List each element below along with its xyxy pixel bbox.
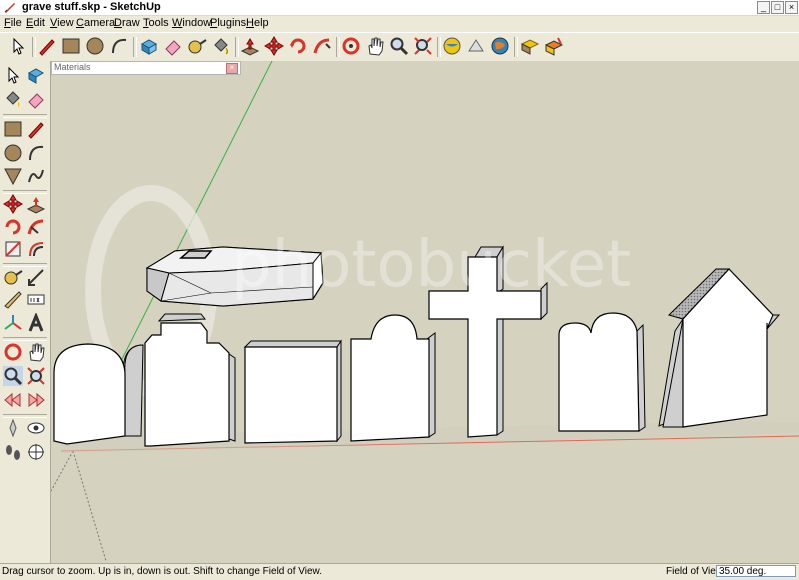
maximize-button[interactable]: □ (771, 1, 784, 14)
zoom-extents-icon[interactable] (26, 366, 46, 386)
palette-separator (3, 114, 47, 118)
model-scene: photobucket (51, 61, 799, 562)
polygon-icon[interactable] (3, 166, 23, 186)
orbit-icon[interactable] (341, 36, 361, 56)
pencil-line-icon[interactable] (26, 119, 46, 139)
follow-me-icon[interactable] (26, 217, 46, 237)
pencil-line-icon[interactable] (37, 36, 57, 56)
arc-icon[interactable] (109, 36, 129, 56)
axes-icon[interactable] (3, 313, 23, 333)
toolbar-separator (133, 37, 137, 57)
scale-icon[interactable] (3, 239, 23, 259)
left-tool-palette (0, 61, 51, 563)
dashed-axis-left (51, 450, 74, 492)
menu-file[interactable]: File (4, 17, 22, 29)
pan-hand-icon[interactable] (365, 36, 385, 56)
model-viewport[interactable]: photobucket Materials × (51, 61, 799, 563)
make-component-icon[interactable] (139, 36, 159, 56)
headstone-arched[interactable] (350, 314, 436, 442)
menu-draw[interactable]: Draw (114, 17, 140, 29)
zoom-extents-icon[interactable] (413, 36, 433, 56)
toolbar-separator (336, 37, 340, 57)
text-tool-icon[interactable] (26, 290, 46, 310)
section-plane-icon[interactable] (26, 442, 46, 462)
menu-view[interactable]: View (50, 17, 74, 29)
circle-icon[interactable] (3, 143, 23, 163)
menu-bar: File Edit View Camera Draw Tools Window … (0, 16, 799, 32)
eraser-icon[interactable] (163, 36, 183, 56)
styles-icon[interactable] (544, 36, 564, 56)
get-models-icon[interactable] (442, 36, 462, 56)
zoom-icon[interactable] (389, 36, 409, 56)
headstone-stepped[interactable] (144, 313, 236, 447)
arc-icon[interactable] (26, 143, 46, 163)
status-message: Drag cursor to zoom. Up is in, down is o… (2, 566, 322, 577)
position-camera-icon[interactable] (3, 418, 23, 438)
freehand-icon[interactable] (26, 166, 46, 186)
menu-help[interactable]: Help (246, 17, 269, 29)
palette-separator (3, 337, 47, 341)
menu-plugins[interactable]: Plugins (210, 17, 246, 29)
window-title: grave stuff.skp - SketchUp (22, 1, 161, 13)
next-view-icon[interactable] (26, 390, 46, 410)
toolbar-separator (437, 37, 441, 57)
watermark-text: photobucket (231, 228, 631, 302)
sketchup-app-icon (4, 3, 15, 13)
paint-bucket-icon[interactable] (211, 36, 231, 56)
walk-icon[interactable] (3, 442, 23, 462)
title-bar: grave stuff.skp - SketchUp _ □ × (0, 0, 799, 16)
push-pull-icon[interactable] (26, 194, 46, 214)
menu-edit[interactable]: Edit (26, 17, 45, 29)
menu-window[interactable]: Window (172, 17, 211, 29)
select-arrow-icon[interactable] (3, 65, 23, 85)
headstone-plain[interactable] (243, 339, 342, 444)
look-around-icon[interactable] (26, 418, 46, 438)
follow-me-icon[interactable] (312, 36, 332, 56)
zoom-icon[interactable] (3, 366, 23, 386)
select-arrow-icon[interactable] (8, 36, 28, 56)
paint-bucket-icon[interactable] (3, 89, 23, 109)
close-button[interactable]: × (785, 1, 798, 14)
components-icon[interactable] (520, 36, 540, 56)
google-earth-icon[interactable] (490, 36, 510, 56)
fov-value-input[interactable]: 35.00 deg. (716, 565, 796, 577)
offset-icon[interactable] (26, 239, 46, 259)
tape-measure-icon[interactable] (3, 267, 23, 287)
menu-camera[interactable]: Camera (76, 17, 115, 29)
headstone-scalloped[interactable] (558, 312, 646, 432)
circle-icon[interactable] (85, 36, 105, 56)
rectangle-icon[interactable] (3, 119, 23, 139)
main-toolbar (0, 32, 799, 62)
status-bar: Drag cursor to zoom. Up is in, down is o… (0, 563, 799, 580)
headstone-house[interactable] (658, 268, 781, 428)
minimize-button[interactable]: _ (757, 1, 770, 14)
eraser-icon[interactable] (26, 89, 46, 109)
rotate-icon[interactable] (288, 36, 308, 56)
fov-label: Field of View (666, 566, 724, 577)
toolbar-separator (235, 37, 239, 57)
previous-view-icon[interactable] (3, 390, 23, 410)
dimension-icon[interactable] (26, 267, 46, 287)
pan-hand-icon[interactable] (26, 342, 46, 362)
push-pull-icon[interactable] (240, 36, 260, 56)
orbit-icon[interactable] (3, 342, 23, 362)
menu-tools[interactable]: Tools (143, 17, 169, 29)
materials-panel-title: Materials (54, 62, 91, 72)
toolbar-separator (32, 37, 36, 57)
toolbar-separator (514, 37, 518, 57)
move-icon[interactable] (3, 194, 23, 214)
materials-panel-header[interactable]: Materials × (51, 61, 241, 75)
rectangle-icon[interactable] (61, 36, 81, 56)
protractor-icon[interactable] (3, 290, 23, 310)
share-model-icon[interactable] (466, 36, 486, 56)
dashed-axis-down (72, 450, 107, 562)
make-component-icon[interactable] (26, 65, 46, 85)
move-icon[interactable] (264, 36, 284, 56)
tape-measure-icon[interactable] (187, 36, 207, 56)
materials-close-button[interactable]: × (226, 63, 238, 74)
3d-text-icon[interactable] (26, 313, 46, 333)
rotate-icon[interactable] (3, 217, 23, 237)
headstone-rounded[interactable] (53, 343, 144, 445)
